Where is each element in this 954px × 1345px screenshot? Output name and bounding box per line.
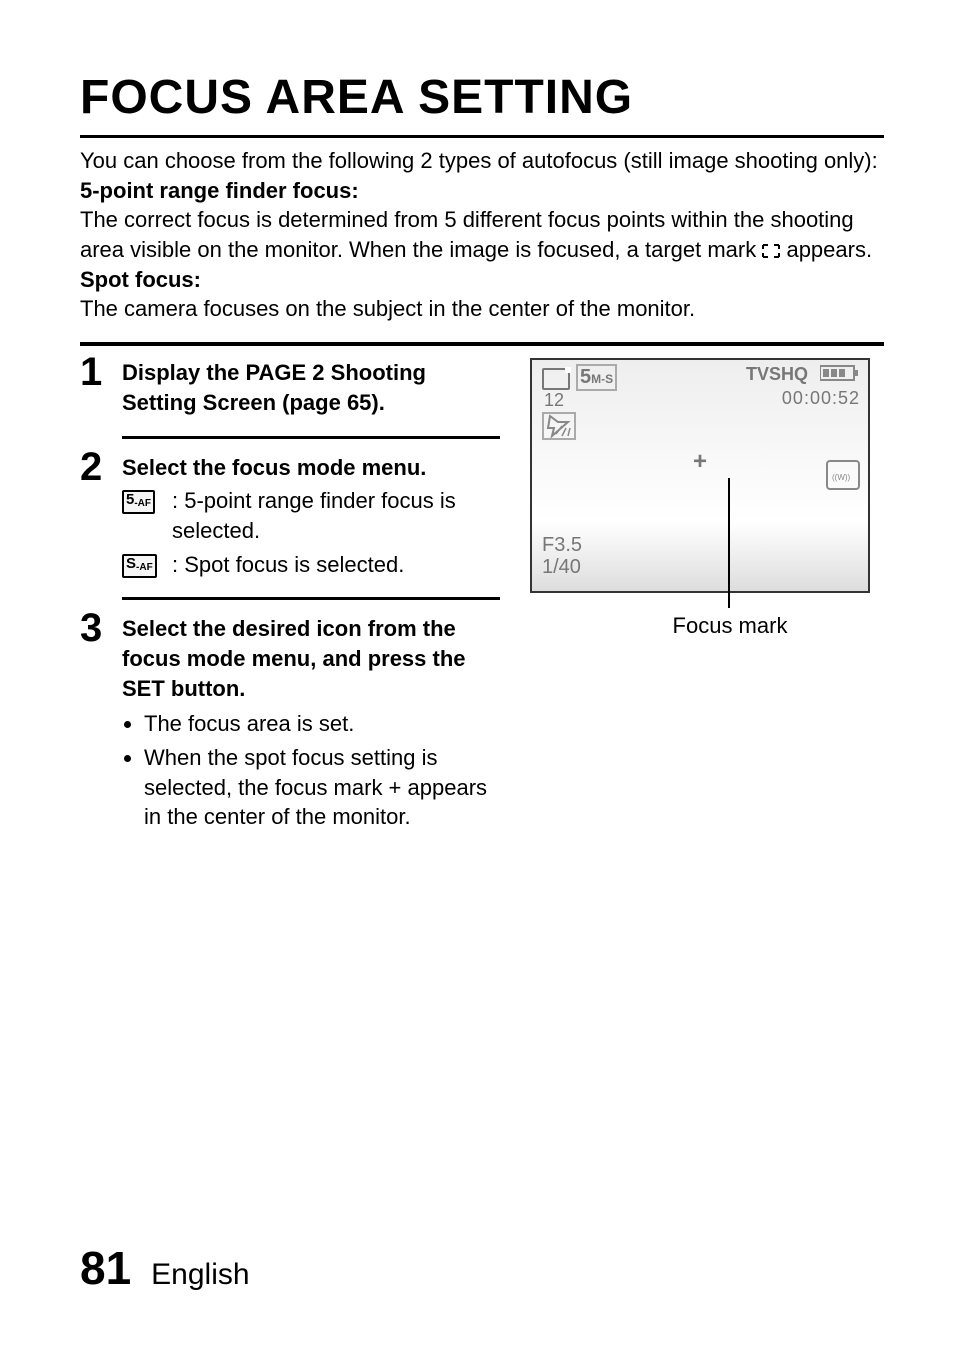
- page-title: FOCUS AREA SETTING: [80, 70, 884, 138]
- battery-icon: [820, 364, 860, 387]
- figure-column: 5M-S 12 TVSHQ 00:00:52 ((W)) F3.5 1/40 +: [530, 346, 870, 639]
- spot-af-icon: S-AF: [122, 554, 157, 578]
- step-head: Display the PAGE 2 Shooting Setting Scre…: [122, 358, 500, 417]
- main-layout: 1 Display the PAGE 2 Shooting Setting Sc…: [80, 346, 884, 850]
- step-number: 3: [80, 600, 122, 648]
- spot-label: Spot focus:: [80, 267, 201, 292]
- aperture-value: F3.5: [542, 534, 582, 557]
- five-af-icon: 5-AF: [122, 490, 155, 514]
- spot-desc: The camera focuses on the subject in the…: [80, 296, 695, 321]
- option-5af: 5-AF : 5-point range finder focus is sel…: [122, 486, 500, 545]
- intro-lead: You can choose from the following 2 type…: [80, 148, 878, 173]
- step-1: 1 Display the PAGE 2 Shooting Setting Sc…: [80, 344, 500, 438]
- step-2: 2 Select the focus mode menu. 5-AF : 5-p…: [80, 439, 500, 601]
- flash-icon: [542, 412, 576, 440]
- five-point-label: 5-point range finder focus:: [80, 178, 359, 203]
- step-head: Select the focus mode menu.: [122, 453, 500, 483]
- zoom-icon: ((W)): [826, 460, 860, 490]
- five-point-desc-after: appears.: [780, 237, 872, 262]
- manual-page: FOCUS AREA SETTING You can choose from t…: [0, 0, 954, 1345]
- lcd-screenshot: 5M-S 12 TVSHQ 00:00:52 ((W)) F3.5 1/40 +: [530, 358, 870, 593]
- bullet: When the spot focus setting is selected,…: [144, 743, 500, 832]
- language-label: English: [151, 1258, 249, 1292]
- page-footer: 81 English: [80, 1241, 250, 1295]
- step-number: 2: [80, 439, 122, 487]
- svg-text:((W)): ((W)): [832, 473, 851, 482]
- shutter-value: 1/40: [542, 556, 581, 579]
- step-3: 3 Select the desired icon from the focus…: [80, 600, 500, 850]
- bullet: The focus area is set.: [144, 709, 500, 739]
- figure-caption: Focus mark: [530, 613, 870, 639]
- option-saf: S-AF : Spot focus is selected.: [122, 550, 500, 580]
- step-head: Select the desired icon from the focus m…: [122, 614, 500, 703]
- option-text: : 5-point range finder focus is selected…: [172, 486, 500, 545]
- intro-text: You can choose from the following 2 type…: [80, 146, 884, 324]
- video-quality-indicator: TVSHQ: [746, 364, 808, 385]
- five-point-desc-before: The correct focus is determined from 5 d…: [80, 207, 854, 262]
- record-time: 00:00:52: [782, 388, 860, 409]
- steps-column: 1 Display the PAGE 2 Shooting Setting Sc…: [80, 346, 500, 850]
- callout-line: [728, 478, 730, 608]
- focus-mark-icon: +: [693, 448, 707, 476]
- card-icon: [542, 368, 570, 390]
- target-mark-icon: [762, 244, 780, 258]
- image-size-indicator: 5M-S: [576, 364, 617, 391]
- option-text: : Spot focus is selected.: [172, 550, 500, 580]
- step-bullets: The focus area is set. When the spot foc…: [122, 709, 500, 832]
- shots-remaining: 12: [544, 390, 564, 411]
- step-number: 1: [80, 344, 122, 392]
- page-number: 81: [80, 1241, 131, 1295]
